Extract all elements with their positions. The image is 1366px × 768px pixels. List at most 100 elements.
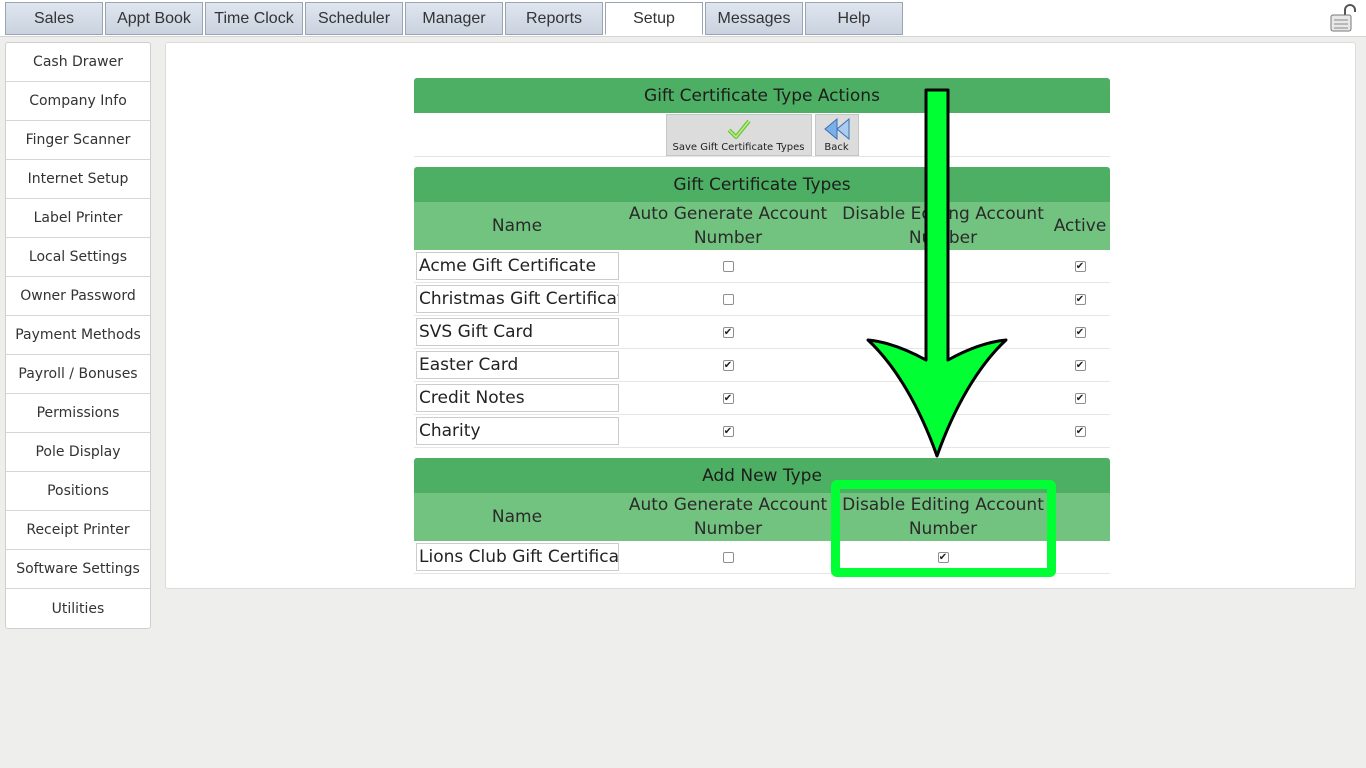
- sidebar-item-positions[interactable]: Positions: [6, 472, 150, 511]
- col-header-name: Name: [491, 216, 543, 236]
- sidebar-item-permissions[interactable]: Permissions: [6, 394, 150, 433]
- save-button-label: Save Gift Certificate Types: [672, 142, 805, 153]
- cell-name: Acme Gift Certificate: [414, 250, 620, 282]
- new-auto-generate-checkbox[interactable]: [722, 551, 734, 563]
- cell-auto: [620, 541, 836, 573]
- active-checkbox[interactable]: ✔: [1074, 293, 1086, 305]
- table-row: Acme Gift Certificate ✔: [414, 250, 1110, 283]
- sidebar-item-owner-password[interactable]: Owner Password: [6, 277, 150, 316]
- actions-title: Gift Certificate Type Actions: [414, 78, 1110, 113]
- cell-name: SVS Gift Card: [414, 316, 620, 348]
- sidebar-item-pole-display[interactable]: Pole Display: [6, 433, 150, 472]
- cell-auto: ✔: [620, 316, 836, 348]
- cell-disable: [836, 250, 1050, 282]
- col-header-auto: Auto Generate Account Number: [628, 495, 828, 539]
- sidebar-item-local-settings[interactable]: Local Settings: [6, 238, 150, 277]
- cell-name: Christmas Gift Certificate: [414, 283, 620, 315]
- gift-certificate-types-table: Gift Certificate Types Name Auto Generat…: [414, 167, 1110, 448]
- new-disable-editing-checkbox[interactable]: ✔: [937, 551, 949, 563]
- types-title: Gift Certificate Types: [414, 167, 1110, 202]
- col-header-auto: Auto Generate Account Number: [628, 204, 828, 248]
- cell-name: Lions Club Gift Certificate: [414, 541, 620, 573]
- cell-auto: ✔: [620, 349, 836, 381]
- types-body: Acme Gift Certificate ✔ Christmas Gift Cer…: [414, 250, 1110, 448]
- table-row: Christmas Gift Certificate ✔: [414, 283, 1110, 316]
- auto-generate-checkbox[interactable]: ✔: [722, 425, 734, 437]
- type-name-input[interactable]: Credit Notes: [416, 384, 619, 412]
- tab-reports[interactable]: Reports: [505, 2, 603, 35]
- sidebar-item-company-info[interactable]: Company Info: [6, 82, 150, 121]
- sidebar-item-finger-scanner[interactable]: Finger Scanner: [6, 121, 150, 160]
- cell-active: ✔: [1050, 316, 1110, 348]
- auto-generate-checkbox[interactable]: ✔: [722, 359, 734, 371]
- tab-scheduler[interactable]: Scheduler: [305, 2, 403, 35]
- active-checkbox[interactable]: ✔: [1074, 260, 1086, 272]
- sidebar-item-receipt-printer[interactable]: Receipt Printer: [6, 511, 150, 550]
- cell-active: ✔: [1050, 250, 1110, 282]
- unlock-icon[interactable]: [1328, 3, 1358, 33]
- cell-disable: [836, 316, 1050, 348]
- table-row: Credit Notes ✔ ✔: [414, 382, 1110, 415]
- type-name-input[interactable]: Christmas Gift Certificate: [416, 285, 619, 313]
- auto-generate-checkbox[interactable]: ✔: [722, 392, 734, 404]
- save-gift-certificate-types-button[interactable]: Save Gift Certificate Types: [665, 114, 812, 156]
- active-checkbox[interactable]: ✔: [1074, 392, 1086, 404]
- type-name-input[interactable]: Easter Card: [416, 351, 619, 379]
- cell-disable: [836, 283, 1050, 315]
- sidebar-item-payroll-bonuses[interactable]: Payroll / Bonuses: [6, 355, 150, 394]
- type-name-input[interactable]: Charity: [416, 417, 619, 445]
- cell-active: ✔: [1050, 415, 1110, 447]
- cell-auto: ✔: [620, 415, 836, 447]
- auto-generate-checkbox[interactable]: [722, 293, 734, 305]
- active-checkbox[interactable]: ✔: [1074, 425, 1086, 437]
- add-new-header-row: Name Auto Generate Account Number Disabl…: [414, 493, 1110, 541]
- cell-auto: [620, 250, 836, 282]
- cell-disable: [836, 382, 1050, 414]
- sidebar-item-internet-setup[interactable]: Internet Setup: [6, 160, 150, 199]
- cell-name: Charity: [414, 415, 620, 447]
- actions-toolbar: Save Gift Certificate Types Back: [414, 113, 1110, 157]
- col-header-disable: Disable Editing Account Number: [842, 495, 1044, 539]
- cell-disable: [836, 415, 1050, 447]
- type-name-input[interactable]: SVS Gift Card: [416, 318, 619, 346]
- sidebar-item-software-settings[interactable]: Software Settings: [6, 550, 150, 589]
- new-type-name-input[interactable]: Lions Club Gift Certificate: [416, 543, 619, 571]
- tab-sales[interactable]: Sales: [5, 2, 103, 35]
- active-checkbox[interactable]: ✔: [1074, 326, 1086, 338]
- type-name-input[interactable]: Acme Gift Certificate: [416, 252, 619, 280]
- tab-help[interactable]: Help: [805, 2, 903, 35]
- table-row: Charity ✔ ✔: [414, 415, 1110, 448]
- col-header-disable: Disable Editing Account Number: [842, 204, 1044, 248]
- add-new-row: Lions Club Gift Certificate ✔: [414, 541, 1110, 574]
- cell-name: Credit Notes: [414, 382, 620, 414]
- col-header-name: Name: [491, 507, 543, 527]
- col-header-active: Active: [1053, 216, 1107, 236]
- cell-auto: [620, 283, 836, 315]
- tab-setup[interactable]: Setup: [605, 2, 703, 35]
- auto-generate-checkbox[interactable]: [722, 260, 734, 272]
- tab-time-clock[interactable]: Time Clock: [205, 2, 303, 35]
- active-checkbox[interactable]: ✔: [1074, 359, 1086, 371]
- checkmark-icon: [726, 116, 752, 142]
- sidebar-item-label-printer[interactable]: Label Printer: [6, 199, 150, 238]
- add-new-title: Add New Type: [414, 458, 1110, 493]
- tab-appt-book[interactable]: Appt Book: [105, 2, 203, 35]
- sidebar-item-utilities[interactable]: Utilities: [6, 589, 150, 628]
- cell-active: ✔: [1050, 349, 1110, 381]
- col-header-spacer: [1050, 493, 1110, 541]
- table-row: SVS Gift Card ✔ ✔: [414, 316, 1110, 349]
- types-header-row: Name Auto Generate Account Number Disabl…: [414, 202, 1110, 250]
- back-button[interactable]: Back: [814, 114, 859, 156]
- cell-disable: ✔: [836, 541, 1050, 573]
- tab-manager[interactable]: Manager: [405, 2, 503, 35]
- cell-disable: [836, 349, 1050, 381]
- cell-active: ✔: [1050, 283, 1110, 315]
- auto-generate-checkbox[interactable]: ✔: [722, 326, 734, 338]
- sidebar-item-payment-methods[interactable]: Payment Methods: [6, 316, 150, 355]
- cell-name: Easter Card: [414, 349, 620, 381]
- setup-sidebar: Cash Drawer Company Info Finger Scanner …: [5, 42, 151, 629]
- back-button-label: Back: [824, 142, 849, 153]
- sidebar-item-cash-drawer[interactable]: Cash Drawer: [6, 43, 150, 82]
- tab-messages[interactable]: Messages: [705, 2, 803, 35]
- main-panel: Gift Certificate Type Actions Save Gift …: [165, 42, 1356, 589]
